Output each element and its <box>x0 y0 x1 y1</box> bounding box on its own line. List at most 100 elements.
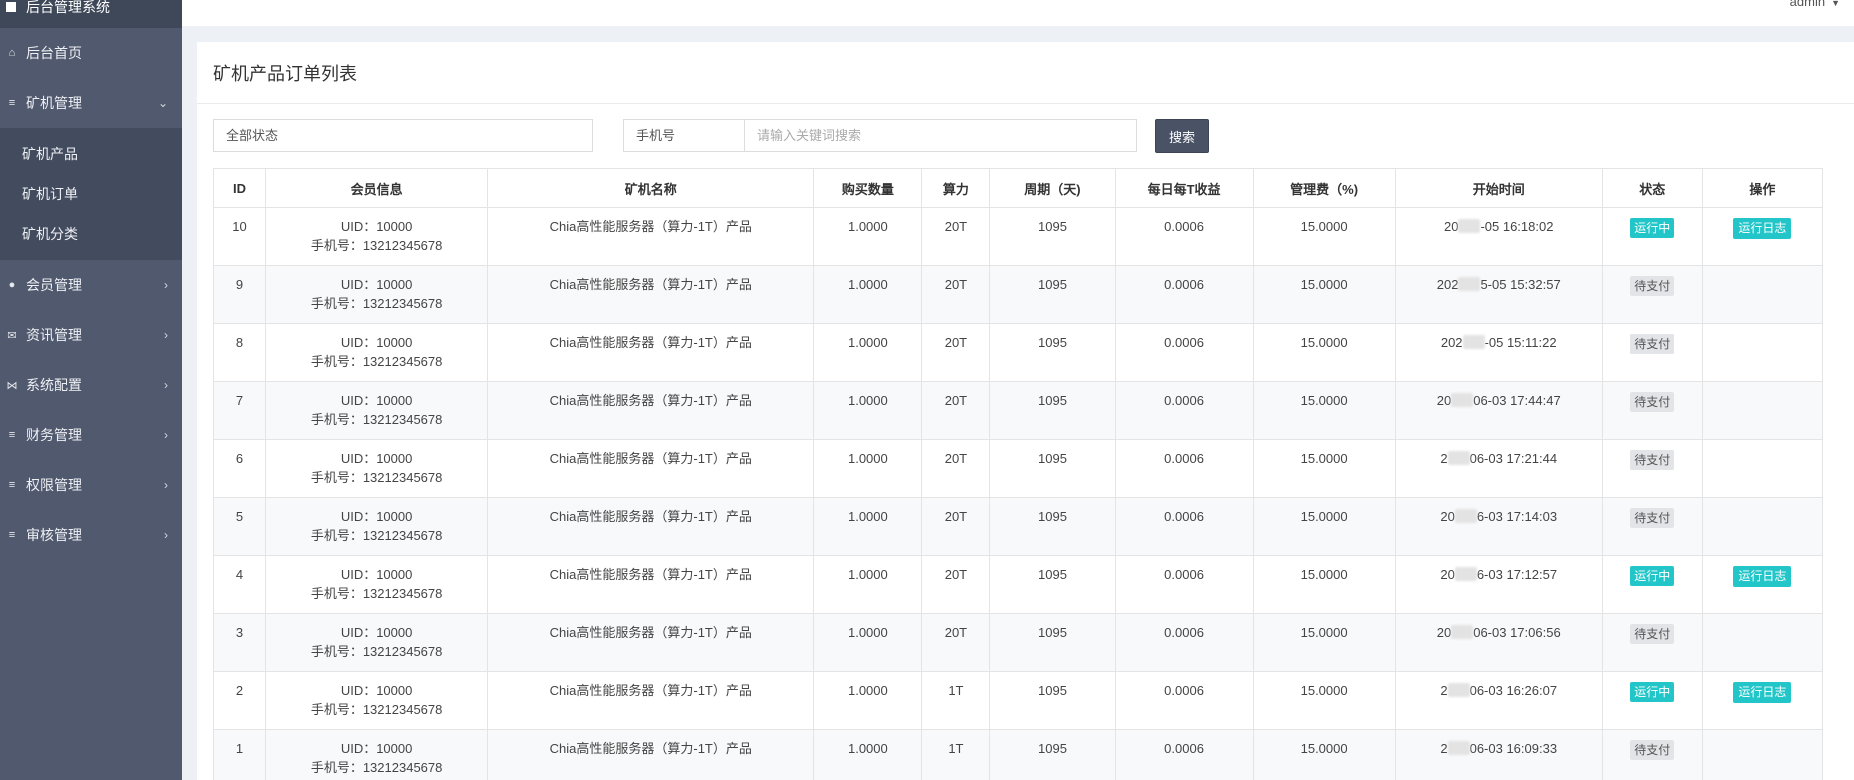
cell-hashrate: 20T <box>921 323 991 382</box>
cell-management-fee: 15.0000 <box>1252 265 1396 324</box>
cell-period: 1095 <box>989 265 1116 324</box>
cell-hashrate: 20T <box>921 381 991 440</box>
start-time-suffix: 06-03 16:09:33 <box>1469 741 1558 756</box>
member-uid: UID：10000 <box>340 683 413 698</box>
start-time-prefix: 2 <box>1440 741 1448 756</box>
member-uid: UID：10000 <box>340 335 413 350</box>
cell-management-fee: 15.0000 <box>1252 207 1396 266</box>
start-time-prefix: 20 <box>1440 509 1455 524</box>
cell-id: 5 <box>212 497 267 556</box>
cell-status: 待支付 <box>1601 729 1703 780</box>
cell-status: 待支付 <box>1601 439 1703 498</box>
search-button[interactable]: 搜索 <box>1155 119 1209 153</box>
sidebar-item-home[interactable]: ⌂ 后台首页 <box>0 28 182 78</box>
cell-hashrate: 20T <box>921 207 991 266</box>
member-uid: UID：10000 <box>340 625 413 640</box>
cell-start-time: 2 06-03 16:26:07 <box>1394 671 1603 730</box>
search-type-select[interactable]: 手机号 <box>623 119 745 152</box>
cell-period: 1095 <box>989 613 1116 672</box>
column-header: 管理费（%) <box>1252 168 1396 208</box>
search-input[interactable] <box>744 119 1137 152</box>
cell-actions <box>1701 497 1824 556</box>
cell-actions: 运行日志 <box>1701 671 1824 730</box>
column-header: 操作 <box>1701 168 1824 208</box>
sidebar-subitem-miner-categories[interactable]: 矿机分类 <box>0 214 182 254</box>
cell-quantity: 1.0000 <box>813 381 923 440</box>
cell-quantity: 1.0000 <box>813 555 923 614</box>
cell-quantity: 1.0000 <box>813 613 923 672</box>
column-header: 会员信息 <box>265 168 489 208</box>
sidebar-item-system-config[interactable]: ⋈ 系统配置 › <box>0 360 182 410</box>
cell-start-time: 20 06-03 17:06:56 <box>1394 613 1603 672</box>
sidebar-item-label: 矿机管理 <box>26 95 82 111</box>
cell-quantity: 1.0000 <box>813 729 923 780</box>
share-icon: ⋈ <box>6 379 18 392</box>
redacted-block <box>1458 277 1481 291</box>
start-time-suffix: 06-03 17:06:56 <box>1473 625 1561 640</box>
cell-quantity: 1.0000 <box>813 497 923 556</box>
cell-quantity: 1.0000 <box>813 323 923 382</box>
sidebar-item-finance[interactable]: ≡ 财务管理 › <box>0 410 182 460</box>
cell-daily-yield: 0.0006 <box>1114 265 1254 324</box>
run-log-button[interactable]: 运行日志 <box>1733 218 1792 239</box>
status-badge: 待支付 <box>1630 508 1675 528</box>
sidebar-item-miner-management[interactable]: ≡ 矿机管理 ⌄ <box>0 78 182 128</box>
cell-status: 运行中 <box>1601 671 1703 730</box>
sidebar-item-review[interactable]: ≡ 审核管理 › <box>0 510 182 560</box>
status-badge: 待支付 <box>1630 334 1675 354</box>
status-badge: 待支付 <box>1630 276 1675 296</box>
sidebar-subitem-miner-orders[interactable]: 矿机订单 <box>0 174 182 214</box>
orders-table-body: 10 UID：10000 手机号：13212345678 Chia高性能服务器（算力-… <box>212 207 1824 780</box>
cell-start-time: 20 6-03 17:14:03 <box>1394 497 1603 556</box>
status-select[interactable]: 全部状态 <box>213 119 593 152</box>
member-uid: UID：10000 <box>340 451 413 466</box>
cell-status: 运行中 <box>1601 207 1703 266</box>
start-time-prefix: 2 <box>1440 683 1448 698</box>
start-time-suffix: 06-03 17:21:44 <box>1469 451 1558 466</box>
sidebar-item-members[interactable]: ● 会员管理 › <box>0 260 182 310</box>
user-menu[interactable]: admin ▼ <box>1790 0 1840 9</box>
sidebar-subitem-miner-products[interactable]: 矿机产品 <box>0 134 182 174</box>
cell-hashrate: 20T <box>921 555 991 614</box>
cell-start-time: 2 06-03 17:21:44 <box>1394 439 1603 498</box>
start-time-prefix: 202 <box>1436 277 1459 292</box>
sidebar-item-news[interactable]: ✉ 资讯管理 › <box>0 310 182 360</box>
sidebar-item-label: 权限管理 <box>26 477 82 493</box>
sidebar-item-permissions[interactable]: ≡ 权限管理 › <box>0 460 182 510</box>
cell-miner-name: Chia高性能服务器（算力-1T）产品 <box>487 381 815 440</box>
cell-management-fee: 15.0000 <box>1252 381 1396 440</box>
cell-start-time: 202 5-05 15:32:57 <box>1394 265 1603 324</box>
redacted-block <box>1447 683 1470 697</box>
member-uid: UID：10000 <box>340 219 413 234</box>
member-phone: 手机号：13212345678 <box>310 354 443 369</box>
cell-miner-name: Chia高性能服务器（算力-1T）产品 <box>487 207 815 266</box>
cell-status: 待支付 <box>1601 613 1703 672</box>
start-time-prefix: 20 <box>1436 393 1452 408</box>
cell-id: 10 <box>212 207 267 266</box>
run-log-button[interactable]: 运行日志 <box>1733 566 1792 587</box>
list-icon: ≡ <box>8 97 16 109</box>
page-title: 矿机产品订单列表 <box>213 64 357 84</box>
cell-quantity: 1.0000 <box>813 671 923 730</box>
cell-daily-yield: 0.0006 <box>1114 613 1254 672</box>
cell-actions: 运行日志 <box>1701 207 1824 266</box>
member-uid: UID：10000 <box>340 567 413 582</box>
cell-member-info: UID：10000 手机号：13212345678 <box>265 381 489 440</box>
start-time-suffix: 06-03 16:26:07 <box>1469 683 1558 698</box>
cell-status: 待支付 <box>1601 497 1703 556</box>
list-icon: ≡ <box>8 429 16 441</box>
cell-member-info: UID：10000 手机号：13212345678 <box>265 613 489 672</box>
brand-icon <box>6 2 16 12</box>
cell-id: 9 <box>212 265 267 324</box>
sidebar-item-label: 系统配置 <box>26 377 82 393</box>
cell-miner-name: Chia高性能服务器（算力-1T）产品 <box>487 265 815 324</box>
cell-daily-yield: 0.0006 <box>1114 497 1254 556</box>
run-log-button[interactable]: 运行日志 <box>1733 682 1792 703</box>
cell-id: 7 <box>212 381 267 440</box>
cell-miner-name: Chia高性能服务器（算力-1T）产品 <box>487 671 815 730</box>
redacted-block <box>1451 625 1474 639</box>
cell-id: 3 <box>212 613 267 672</box>
table-row: 5 UID：10000 手机号：13212345678 Chia高性能服务器（算力-1… <box>212 497 1824 556</box>
member-phone: 手机号：13212345678 <box>310 586 443 601</box>
cell-daily-yield: 0.0006 <box>1114 439 1254 498</box>
